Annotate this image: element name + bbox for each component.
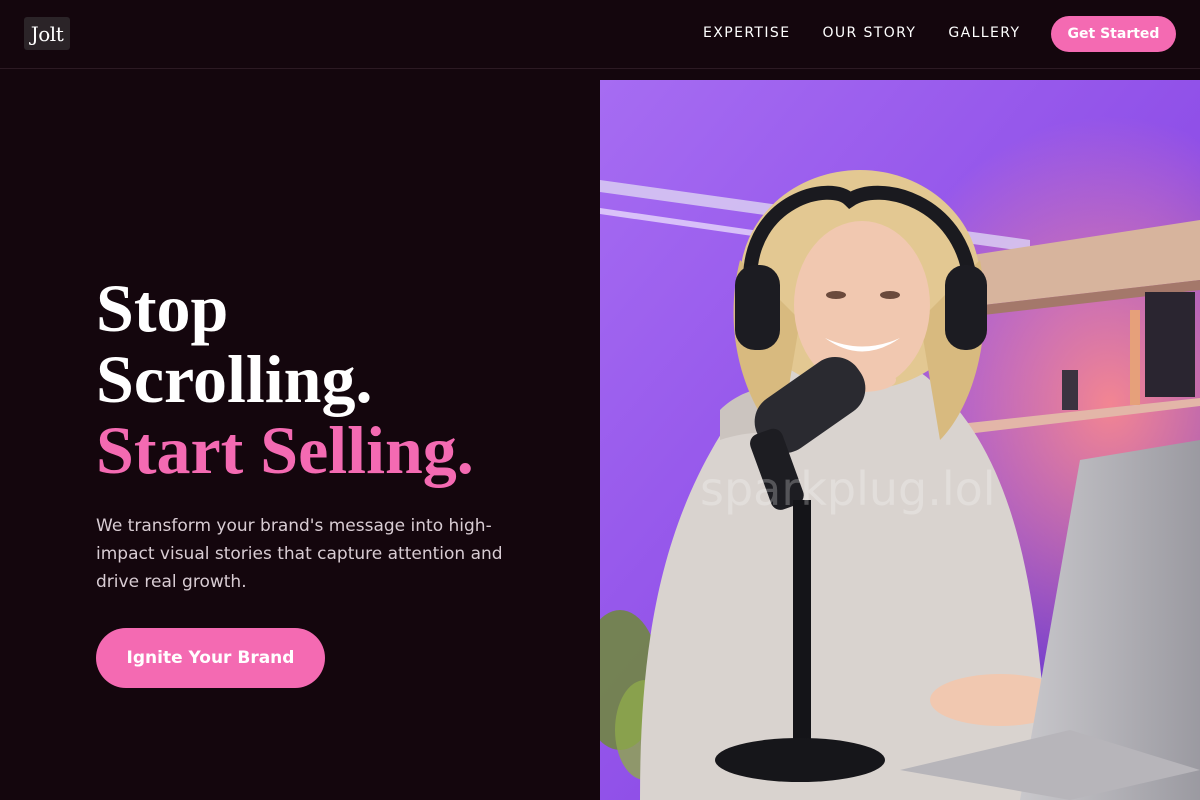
hero-photo: sparkplug.lol [600,80,1200,800]
headline-line-1: Stop [96,270,229,346]
get-started-button[interactable]: Get Started [1051,16,1176,52]
nav-link-expertise[interactable]: EXPERTISE [703,24,790,42]
ignite-brand-button[interactable]: Ignite Your Brand [96,628,325,688]
podcaster-illustration: sparkplug.lol [600,80,1200,800]
main-nav: EXPERTISE OUR STORY GALLERY [703,24,1052,42]
headline-line-2: Scrolling. [96,341,373,417]
nav-link-gallery[interactable]: GALLERY [948,24,1020,42]
watermark-text: sparkplug.lol [700,462,996,516]
site-header: Jolt EXPERTISE OUR STORY GALLERY Get Sta… [0,0,1200,69]
hero-headline: Stop Scrolling. Start Selling. [96,273,576,486]
logo[interactable]: Jolt [24,17,70,50]
headline-accent-line: Start Selling. [96,412,474,488]
hero-description: We transform your brand's message into h… [96,516,503,592]
nav-link-our-story[interactable]: OUR STORY [822,24,916,42]
